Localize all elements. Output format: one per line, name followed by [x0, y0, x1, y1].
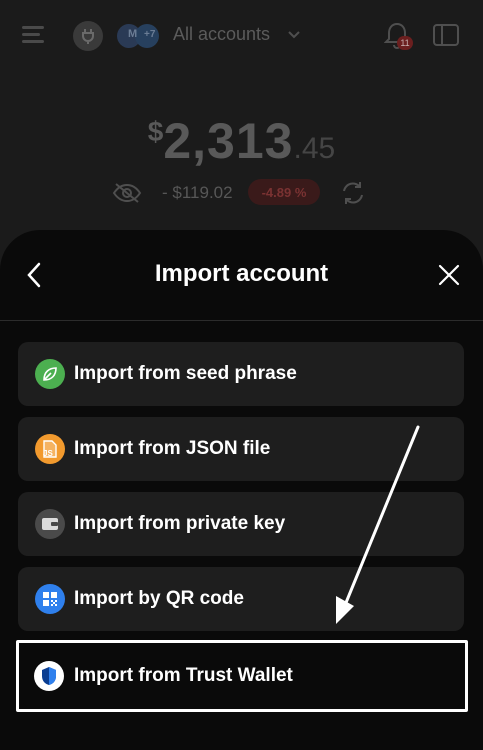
chevron-down-icon[interactable]	[287, 27, 301, 41]
option-label: Import from Trust Wallet	[74, 665, 293, 686]
avatar-badge: +7	[144, 29, 156, 40]
json-badge: JS	[43, 449, 53, 458]
import-json-file-option[interactable]: JS Import from JSON file	[18, 417, 464, 481]
refresh-icon[interactable]	[338, 179, 368, 207]
balance-integer: 2,313	[163, 113, 294, 169]
account-avatar[interactable]: M +7	[115, 22, 163, 50]
import-qr-code-option[interactable]: Import by QR code	[18, 567, 464, 631]
trust-wallet-shield-icon	[34, 661, 64, 691]
import-account-sheet: Import account Import from seed phrase J…	[0, 230, 483, 750]
sidebar-toggle-icon[interactable]	[432, 22, 460, 48]
close-icon[interactable]	[432, 258, 466, 292]
leaf-icon	[35, 359, 65, 389]
avatar-text: M	[128, 28, 138, 40]
plug-icon[interactable]	[73, 21, 103, 51]
total-balance: $2,313.45	[0, 112, 483, 170]
top-bar: M +7 All accounts 11	[0, 0, 483, 72]
import-seed-phrase-option[interactable]: Import from seed phrase	[18, 342, 464, 406]
sheet-title: Import account	[154, 260, 329, 287]
balance-decimal: .45	[293, 132, 336, 165]
menu-icon[interactable]	[20, 22, 48, 48]
import-trust-wallet-option[interactable]: Import from Trust Wallet	[22, 644, 462, 708]
wallet-icon	[35, 509, 65, 539]
balance-change-row: - $119.02 -4.89 %	[0, 176, 483, 208]
import-private-key-option[interactable]: Import from private key	[18, 492, 464, 556]
option-label: Import by QR code	[74, 588, 244, 609]
option-label: Import from JSON file	[74, 438, 271, 459]
notification-badge: 11	[397, 36, 413, 50]
balance-currency: $	[147, 116, 164, 147]
qr-code-icon	[35, 584, 65, 614]
hide-balance-eye-icon[interactable]	[112, 182, 142, 204]
balance-change-percent-badge: -4.89 %	[248, 179, 320, 205]
option-label: Import from private key	[74, 513, 286, 534]
json-file-icon: JS	[35, 434, 65, 464]
balance-change-amount: - $119.02	[162, 183, 233, 202]
option-label: Import from seed phrase	[74, 363, 297, 384]
account-selector-label[interactable]: All accounts	[173, 24, 270, 45]
sheet-header: Import account	[0, 230, 483, 321]
